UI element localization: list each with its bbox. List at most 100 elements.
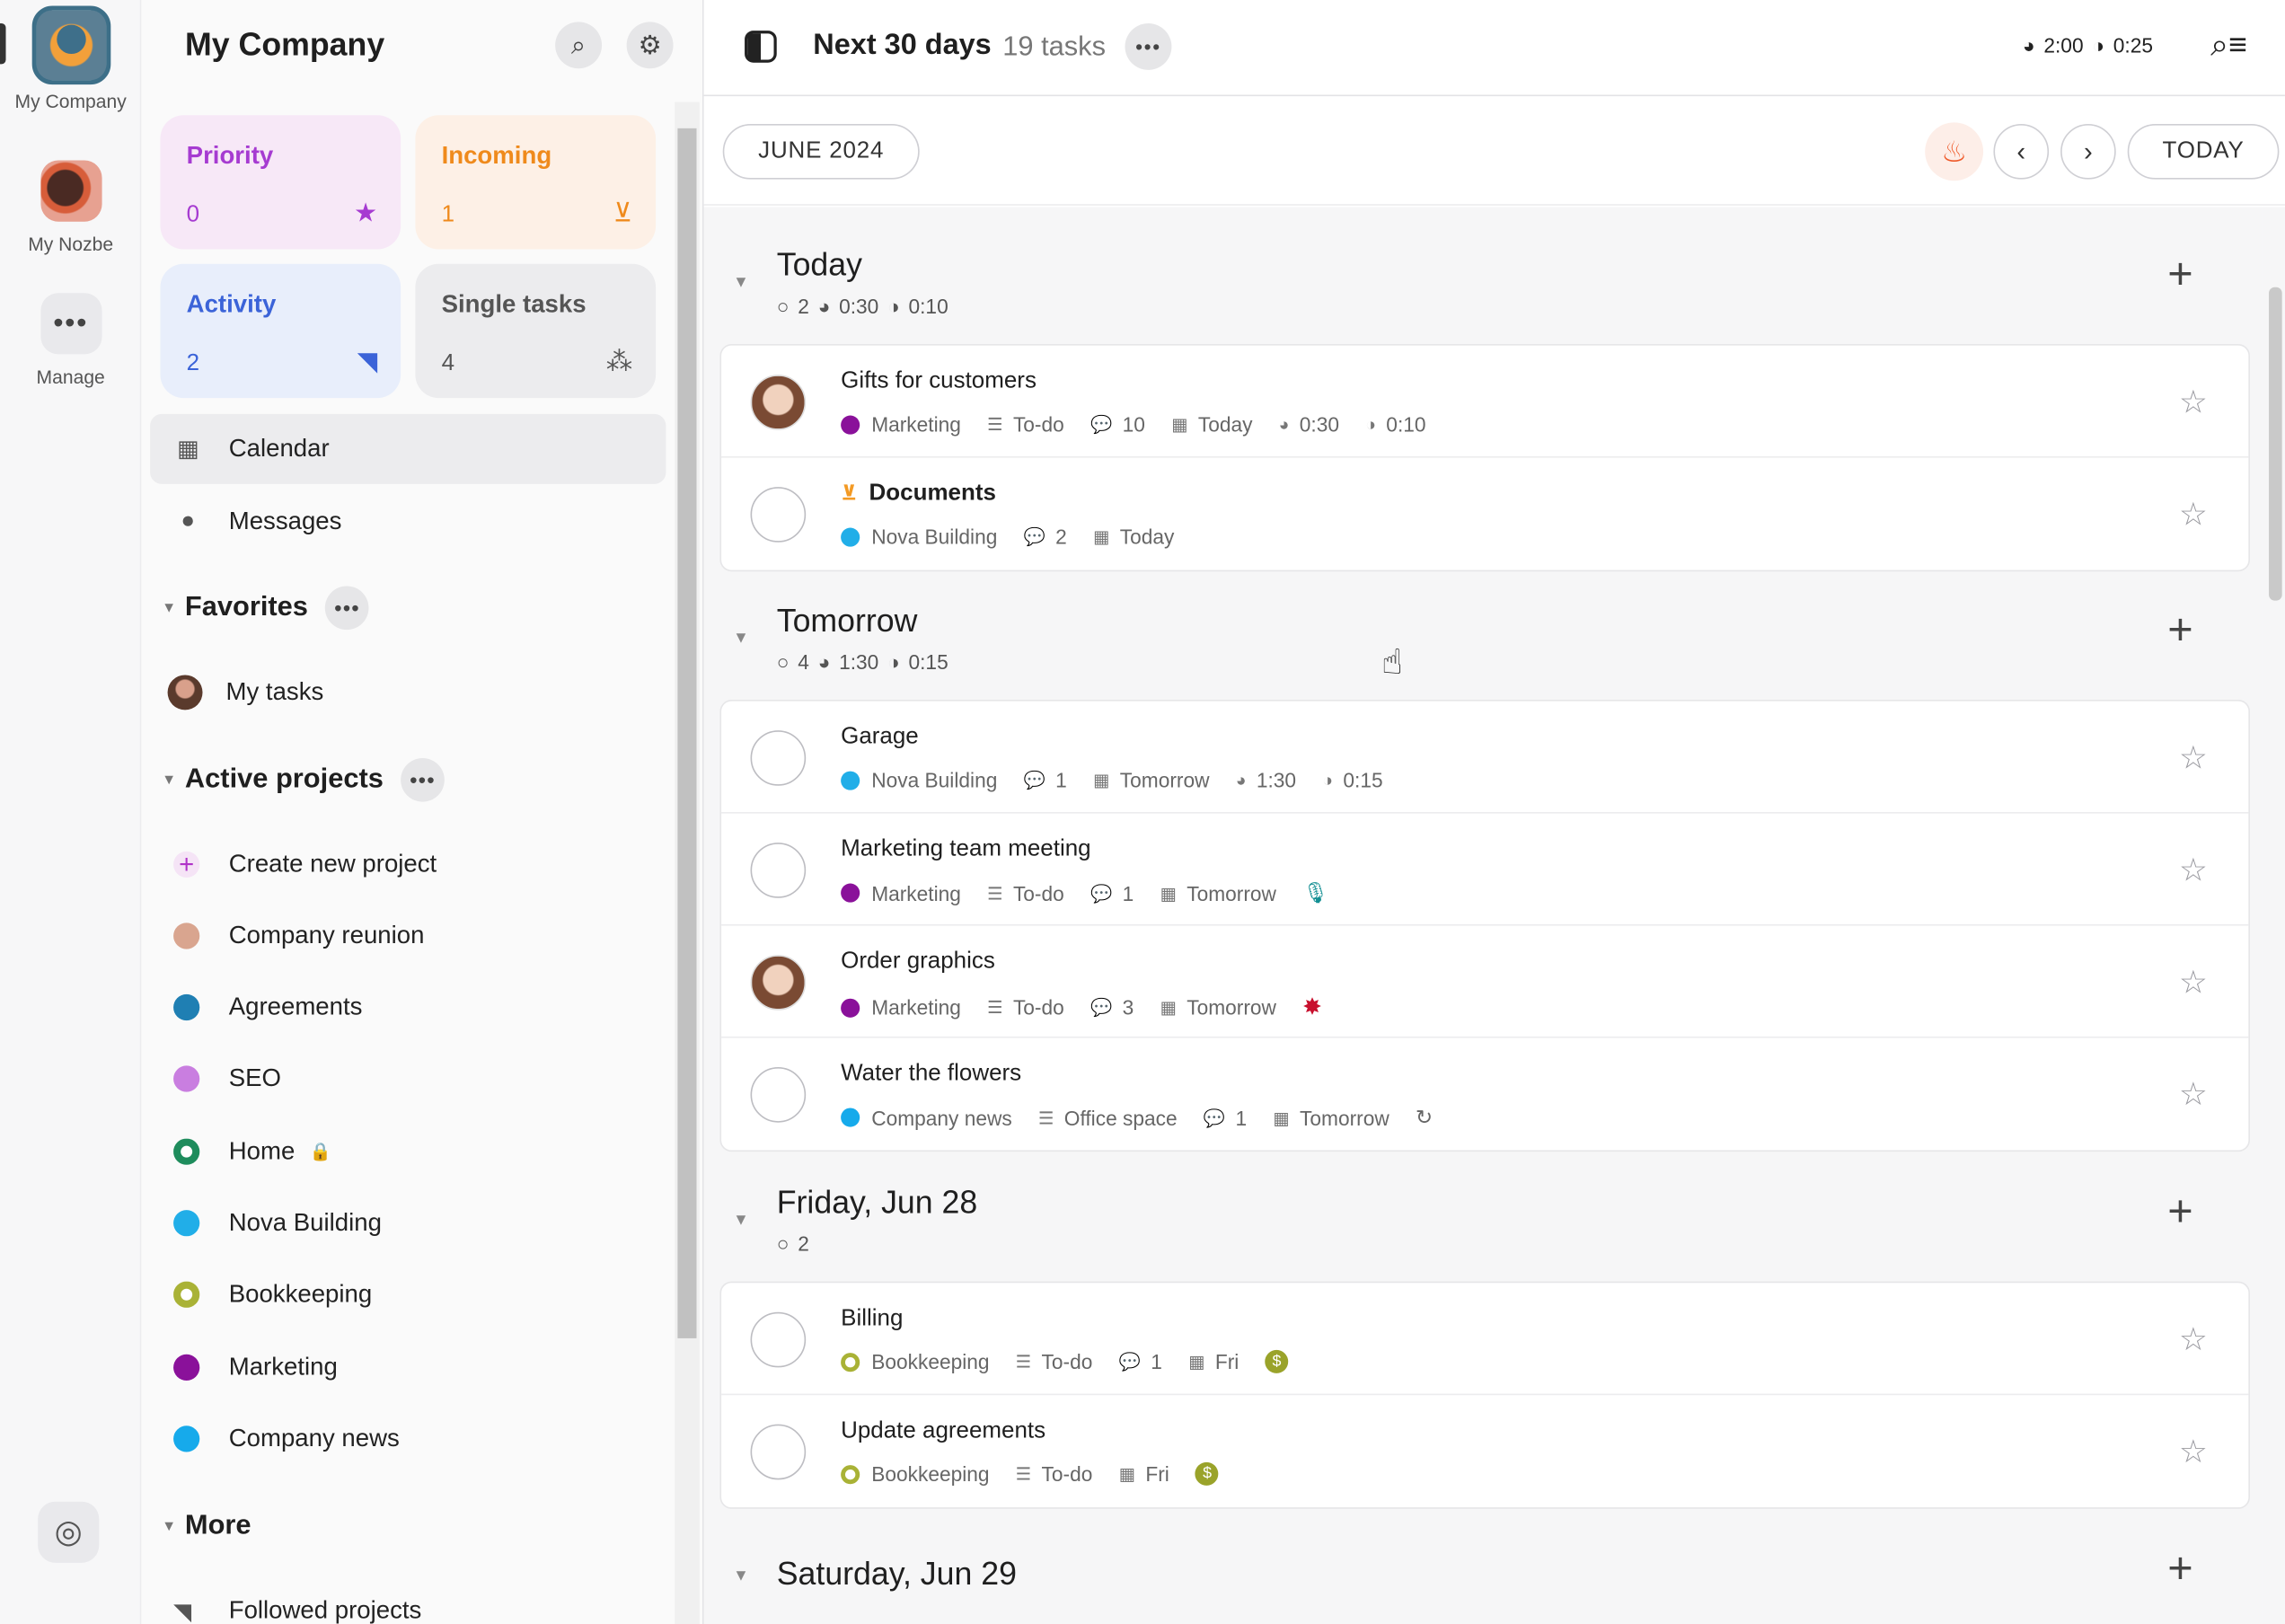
rail-manage-label: Manage <box>36 366 105 388</box>
task-section: To-do <box>1012 881 1064 905</box>
task-name: Gifts for customers <box>841 368 1037 394</box>
calendar-icon: ▦ <box>1118 1463 1136 1485</box>
nav-messages[interactable]: ● Messages <box>150 487 666 557</box>
star-icon[interactable]: ☆ <box>2179 1076 2208 1114</box>
tile-incoming[interactable]: Incoming 1 ⊻ <box>415 115 657 250</box>
lock-icon: 🔒 <box>309 1141 331 1162</box>
task-row[interactable]: ⊻ Documents Nova Building 💬 2 ▦ Today ☆ <box>721 458 2248 570</box>
task-comments: 1 <box>1151 1349 1162 1373</box>
task-project: Bookkeeping <box>871 1349 990 1373</box>
project-label: Marketing <box>228 1353 338 1381</box>
calendar-toolbar: JUNE 2024 ♨ ‹ › TODAY <box>703 98 2285 206</box>
tile-single-tasks[interactable]: Single tasks 4 ⁂ <box>415 263 657 399</box>
task-checkbox[interactable] <box>750 843 807 898</box>
main-scroll-thumb[interactable] <box>2269 287 2282 601</box>
add-task-button[interactable]: + <box>2167 606 2192 656</box>
project-label: Bookkeeping <box>228 1279 373 1308</box>
tile-incoming-count: 1 <box>441 202 455 228</box>
add-task-button[interactable]: + <box>2167 1545 2192 1594</box>
search-filter-icon[interactable]: ⌕≡ <box>2210 26 2247 64</box>
project-dot <box>173 1281 200 1308</box>
task-checkbox[interactable] <box>750 730 807 786</box>
fire-icon[interactable]: ♨ <box>1925 122 1984 181</box>
rail-manage[interactable]: ••• Manage <box>0 293 141 388</box>
star-icon[interactable]: ☆ <box>2179 852 2208 889</box>
star-icon[interactable]: ☆ <box>2179 964 2208 1002</box>
task-circle-icon: ○ <box>776 1231 790 1256</box>
project-label: Nova Building <box>228 1208 382 1237</box>
task-row[interactable]: Order graphics Marketing ☰ To-do 💬 3 ▦ Tomo… <box>721 926 2249 1038</box>
create-project[interactable]: + Create new project <box>173 849 437 878</box>
project-bookkeeping[interactable]: Bookkeeping <box>173 1280 372 1309</box>
more-header[interactable]: ▼ More <box>162 1510 251 1542</box>
favorite-my-tasks[interactable]: My tasks <box>167 675 323 710</box>
add-task-button[interactable]: + <box>2167 1188 2192 1238</box>
task-row[interactable]: Update agreements Bookkeeping ☰ To-do ▦ Fr… <box>721 1395 2248 1507</box>
add-task-button[interactable]: + <box>2167 251 2192 300</box>
task-row[interactable]: Marketing team meeting Marketing ☰ To-do … <box>721 814 2249 926</box>
task-row[interactable]: Billing Bookkeeping ☰ To-do 💬 1 ▦ Fri $ ☆ <box>721 1283 2249 1396</box>
favorites-header[interactable]: ▼ Favorites ••• <box>162 586 370 631</box>
task-section: Office space <box>1063 1106 1178 1130</box>
rail-my-company[interactable]: My Company <box>0 0 141 112</box>
search-button[interactable]: ⌕ <box>555 22 603 69</box>
repeat-icon: ↻ <box>1415 1105 1434 1129</box>
assignee-avatar <box>750 955 807 1011</box>
collapse-icon[interactable]: ▼ <box>733 274 749 291</box>
task-due: Tomorrow <box>1187 881 1276 905</box>
project-seo[interactable]: SEO <box>173 1064 281 1093</box>
next-button[interactable]: › <box>2060 123 2116 180</box>
tile-priority[interactable]: Priority 0 ★ <box>160 115 401 250</box>
task-checkbox[interactable] <box>750 1311 807 1368</box>
task-row[interactable]: Water the flowers Company news ☰ Office s… <box>721 1038 2248 1151</box>
nav-calendar[interactable]: ▦ Calendar <box>150 413 666 484</box>
sidebar-scroll-thumb[interactable] <box>677 128 697 1338</box>
star-icon[interactable]: ☆ <box>2179 739 2208 777</box>
task-row[interactable]: Garage Nova Building 💬 1 ▦ Tomorrow ◕ 1:30 … <box>721 702 2249 814</box>
project-company-reunion[interactable]: Company reunion <box>173 922 424 950</box>
burst-tag-icon: ✸ <box>1302 995 1322 1021</box>
toggle-sidebar-icon[interactable] <box>745 31 777 63</box>
task-row[interactable]: Gifts for customers Marketing ☰ To-do 💬 10… <box>721 346 2249 458</box>
project-home[interactable]: Home 🔒 <box>173 1137 331 1166</box>
group-meta: ○ 2 <box>777 1231 809 1255</box>
project-dot <box>841 414 860 434</box>
hand-cursor-icon: ☝ <box>1381 642 1403 683</box>
task-name: Water the flowers <box>841 1061 1022 1087</box>
favorites-more-button[interactable]: ••• <box>325 586 370 631</box>
project-company-news[interactable]: Company news <box>173 1425 400 1453</box>
task-checkbox[interactable] <box>750 1067 807 1123</box>
task-section: To-do <box>1012 412 1064 437</box>
main-scrollbar[interactable] <box>2263 207 2285 1624</box>
task-spent: 0:10 <box>1386 412 1426 437</box>
task-checkbox[interactable] <box>750 487 807 543</box>
rail-my-nozbe[interactable]: My Nozbe <box>0 160 141 255</box>
group-meta: ○ 2 ◕ 0:30 ◑ 0:10 <box>777 295 948 318</box>
project-nova-building[interactable]: Nova Building <box>173 1208 382 1237</box>
incoming-icon: ⊻ <box>841 481 858 505</box>
star-icon[interactable]: ☆ <box>2179 496 2208 534</box>
followed-projects[interactable]: ◥ Followed projects <box>173 1596 421 1624</box>
task-checkbox[interactable] <box>750 1424 807 1480</box>
help-lifebuoy-icon[interactable]: ◎ <box>38 1501 100 1563</box>
view-more-button[interactable]: ••• <box>1125 22 1172 70</box>
collapse-icon[interactable]: ▼ <box>733 1212 749 1229</box>
project-agreements[interactable]: Agreements <box>173 993 362 1021</box>
task-circle-icon: ○ <box>776 294 790 318</box>
star-icon[interactable]: ☆ <box>2179 384 2208 421</box>
star-icon[interactable]: ☆ <box>2179 1320 2208 1358</box>
settings-button[interactable]: ⚙ <box>626 22 674 69</box>
tile-activity[interactable]: Activity 2 ◥ <box>160 263 401 399</box>
friday-tasks: Billing Bookkeeping ☰ To-do 💬 1 ▦ Fri $ ☆ U… <box>719 1281 2250 1509</box>
star-icon[interactable]: ☆ <box>2179 1433 2208 1470</box>
sidebar-scrollbar[interactable] <box>675 102 700 1624</box>
project-marketing[interactable]: Marketing <box>173 1353 338 1381</box>
calendar-icon: ▦ <box>1093 525 1110 547</box>
today-button[interactable]: TODAY <box>2127 123 2280 180</box>
active-projects-header[interactable]: ▼ Active projects ••• <box>162 757 446 802</box>
prev-button[interactable]: ‹ <box>1993 123 2050 180</box>
collapse-icon[interactable]: ▼ <box>733 1567 749 1584</box>
month-picker[interactable]: JUNE 2024 <box>722 123 920 180</box>
collapse-icon[interactable]: ▼ <box>733 630 749 647</box>
projects-more-button[interactable]: ••• <box>401 757 446 802</box>
